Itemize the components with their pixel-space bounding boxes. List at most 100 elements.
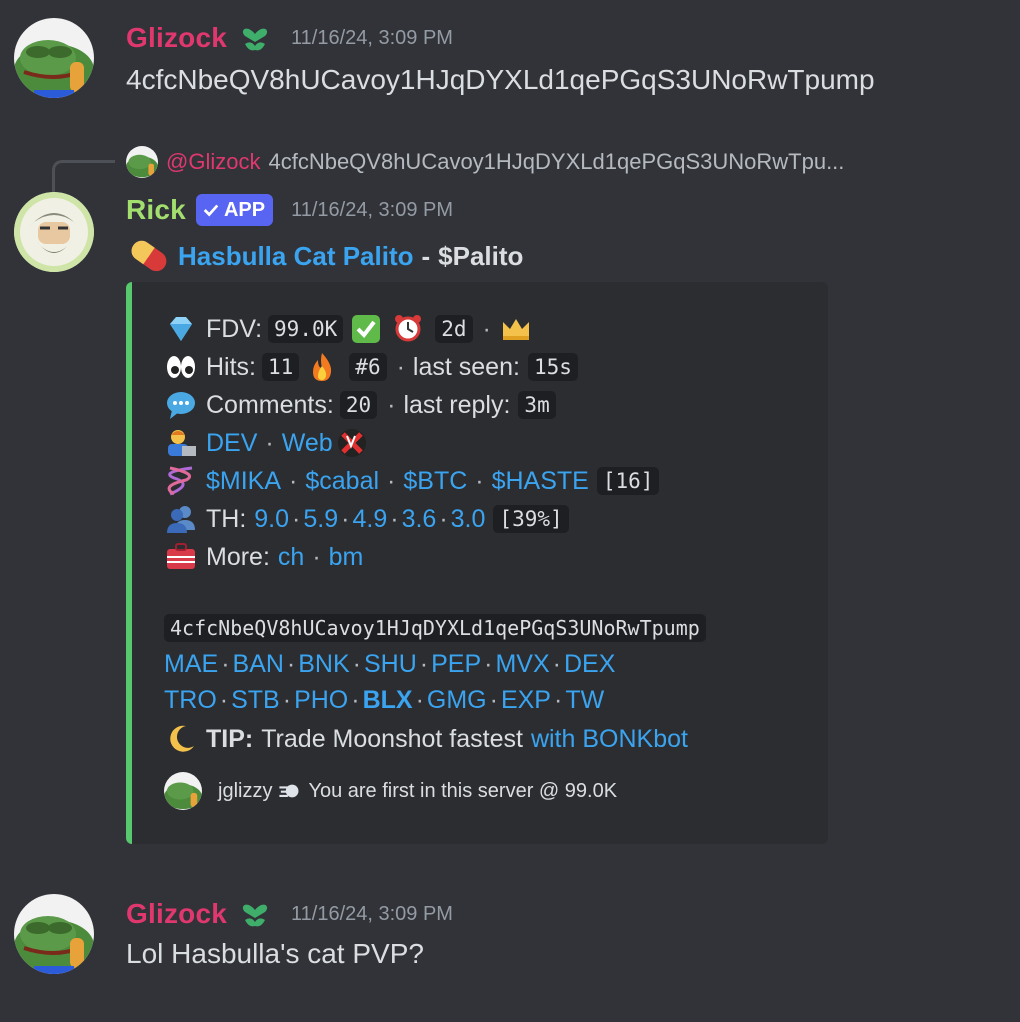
technologist-icon — [164, 426, 198, 460]
reply-mention[interactable]: @Glizock — [166, 149, 260, 175]
links-row-2: TRO · STB · PHO · BLX · GMG · EXP · TW — [164, 686, 605, 715]
tickers-count: [16] — [596, 467, 660, 495]
last-reply-label: last reply: — [403, 390, 511, 419]
token-title: Hasbulla Cat Palito - $Palito — [126, 236, 523, 276]
th-value[interactable]: 5.9 — [303, 505, 338, 534]
token-ticker: $Palito — [438, 240, 524, 271]
chat-log: Glizock 11/16/24, 3:09 PM 4cfcNbeQV8hUCa… — [0, 0, 1020, 1022]
comments-line: Comments: 20 · last reply: 3m — [164, 388, 558, 422]
more-link-ch[interactable]: ch — [278, 543, 304, 572]
username[interactable]: Glizock — [126, 898, 227, 930]
more-label: More: — [206, 542, 270, 571]
gem-icon — [164, 312, 198, 346]
web-link[interactable]: Web — [282, 429, 333, 458]
bonkbot-link[interactable]: with BONKbot — [531, 725, 688, 754]
heart-role-icon[interactable] — [237, 896, 273, 932]
pepe-avatar-icon — [164, 772, 202, 810]
footer-user: jglizzy — [218, 779, 273, 802]
message-text: Lol Hasbulla's cat PVP? — [126, 938, 424, 969]
app-tag: APP — [195, 194, 274, 226]
eyes-icon — [164, 350, 198, 384]
ticker-link[interactable]: $cabal — [305, 467, 379, 496]
last-reply-value: 3m — [518, 391, 556, 419]
pepe-avatar-icon — [126, 146, 158, 178]
app-tag-label: APP — [223, 198, 266, 221]
title-separator: - — [421, 240, 431, 271]
last-seen-label: last seen: — [412, 352, 520, 381]
quick-link[interactable]: BAN — [233, 650, 284, 679]
busts-icon — [164, 502, 198, 536]
token-name-link[interactable]: Hasbulla Cat Palito — [178, 241, 414, 272]
quick-link[interactable]: GMG — [427, 686, 487, 715]
fdv-value: 99.0K — [268, 315, 344, 343]
tip-text: Trade Moonshot fastest — [261, 724, 523, 753]
more-line: More: ch · bm — [164, 540, 363, 574]
dev-line: DEV · Web — [164, 426, 377, 460]
quick-link[interactable]: MAE — [164, 650, 218, 679]
fire-icon — [305, 350, 339, 384]
quick-link[interactable]: BNK — [298, 650, 349, 679]
comments-value: 20 — [339, 391, 378, 419]
reply-connector — [52, 160, 115, 195]
alarm-clock-icon — [391, 312, 425, 346]
ticker-link[interactable]: $HASTE — [492, 467, 589, 496]
tip-label: TIP: — [206, 724, 254, 753]
pepe-avatar-icon[interactable] — [14, 894, 94, 974]
timestamp: 11/16/24, 3:09 PM — [291, 198, 454, 221]
quick-link[interactable]: BLX — [363, 686, 413, 715]
links-row-1: MAE · BAN · BNK · SHU · PEP · MVX · DEX — [164, 650, 616, 679]
th-line: TH: 9.0 · 5.9 · 4.9 · 3.6 · 3.0 [39%] — [164, 502, 571, 536]
quick-link[interactable]: DEX — [564, 650, 615, 679]
crown-icon — [499, 312, 533, 346]
quick-link[interactable]: TRO — [164, 686, 217, 715]
quick-link[interactable]: PEP — [431, 650, 481, 679]
quick-link[interactable]: SHU — [364, 650, 417, 679]
footer-text: You are first in this server @ 99.0K — [308, 779, 618, 802]
hits-label: Hits: — [206, 352, 256, 381]
th-value[interactable]: 9.0 — [254, 505, 289, 534]
rick-avatar-icon[interactable] — [14, 192, 94, 272]
username[interactable]: Glizock — [126, 22, 227, 54]
more-link-bm[interactable]: bm — [329, 543, 364, 572]
quick-link[interactable]: EXP — [501, 686, 551, 715]
rank-value: #6 — [349, 353, 387, 381]
dash-icon — [278, 779, 302, 803]
quick-link[interactable]: STB — [231, 686, 280, 715]
dna-icon — [164, 464, 198, 498]
ticker-link[interactable]: $MIKA — [206, 467, 281, 496]
fdv-line: FDV: 99.0K 2d · — [164, 312, 541, 346]
timestamp: 11/16/24, 3:09 PM — [291, 902, 453, 925]
th-value[interactable]: 4.9 — [352, 505, 387, 534]
tickers-line: $MIKA · $cabal · $BTC · $HASTE [16] — [164, 464, 661, 498]
hits-line: Hits: 11 #6 · last seen: 15s — [164, 350, 580, 384]
dev-link[interactable]: DEV — [206, 429, 257, 458]
th-percent: [39%] — [493, 505, 569, 533]
hits-value: 11 — [262, 353, 300, 381]
username[interactable]: Rick — [126, 194, 186, 226]
pill-icon — [131, 240, 167, 272]
toolbox-icon — [164, 540, 198, 574]
reply-preview[interactable]: @Glizock 4cfcNbeQV8hUCavoy1HJqDYXLd1qePG… — [126, 146, 844, 178]
contract-line: 4cfcNbeQV8hUCavoy1HJqDYXLd1qePGqS3UNoRwT… — [164, 614, 706, 642]
message-text: 4cfcNbeQV8hUCavoy1HJqDYXLd1qePGqS3UNoRwT… — [126, 64, 875, 95]
quick-link[interactable]: MVX — [495, 650, 549, 679]
quick-link[interactable]: TW — [565, 686, 604, 715]
quick-link[interactable]: PHO — [294, 686, 348, 715]
reply-text: 4cfcNbeQV8hUCavoy1HJqDYXLd1qePGqS3UNoRwT… — [268, 149, 845, 174]
age-value: 2d — [435, 315, 473, 343]
tip-line: TIP: Trade Moonshot fastest with BONKbot — [164, 722, 688, 756]
ticker-link[interactable]: $BTC — [403, 467, 467, 496]
th-label: TH: — [206, 504, 247, 533]
crescent-moon-icon — [164, 722, 198, 756]
check-mark-button-icon — [349, 312, 383, 346]
pepe-avatar-icon[interactable] — [14, 18, 94, 98]
th-value[interactable]: 3.0 — [451, 505, 486, 534]
checkmark-icon — [203, 204, 219, 217]
no-web-icon — [335, 426, 369, 460]
th-value[interactable]: 3.6 — [402, 505, 437, 534]
contract-address[interactable]: 4cfcNbeQV8hUCavoy1HJqDYXLd1qePGqS3UNoRwT… — [164, 614, 706, 642]
fdv-label: FDV: — [206, 314, 263, 343]
last-seen-value: 15s — [527, 353, 578, 381]
heart-role-icon[interactable] — [237, 20, 273, 56]
embed-footer: jglizzy You are first in this server @ 9… — [164, 772, 617, 810]
